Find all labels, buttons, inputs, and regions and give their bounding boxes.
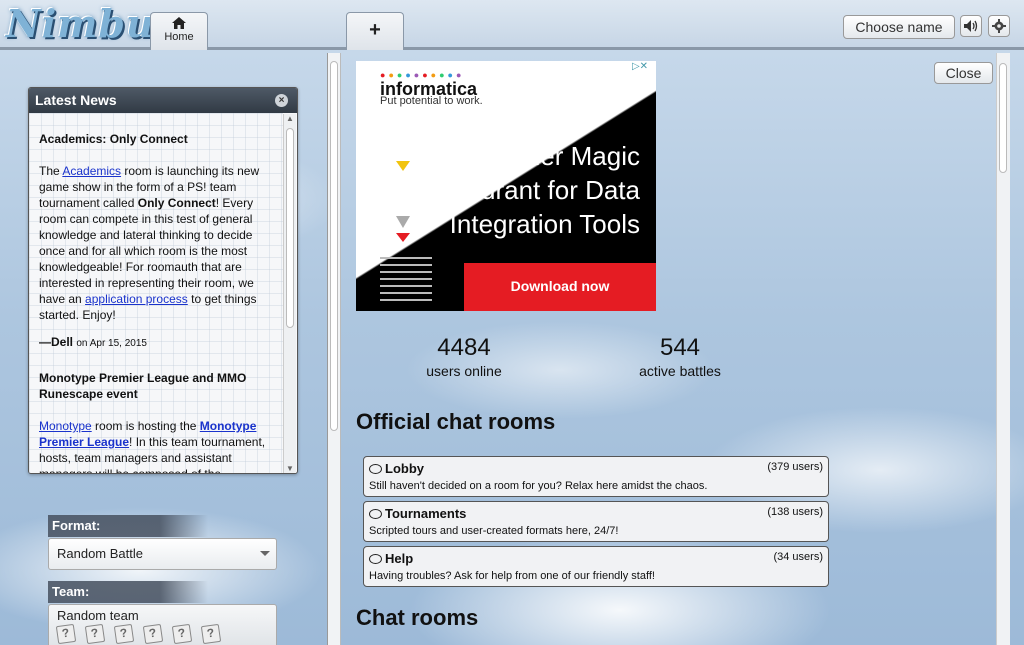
news-title: Latest News <box>35 92 117 108</box>
room-description: Still haven't decided on a room for you?… <box>369 480 708 492</box>
unknown-pokemon-icon <box>142 623 164 645</box>
news-article-text: The Academics room is launching its new … <box>39 164 260 322</box>
settings-button[interactable] <box>988 15 1010 37</box>
room-description: Scripted tours and user-created formats … <box>369 525 619 537</box>
format-value: Random Battle <box>57 546 143 561</box>
ad-chart-lines <box>380 257 432 306</box>
news-header: Latest News × <box>29 88 297 113</box>
ad-triangle-icon <box>396 233 410 242</box>
main-scrollbar[interactable] <box>996 53 1010 645</box>
room-name: Tournaments <box>369 505 823 522</box>
news-body: Academics: Only Connect The Academics ro… <box>29 113 283 473</box>
panel-divider[interactable] <box>327 53 341 645</box>
room-description: Having troubles? Ask for help from one o… <box>369 570 655 582</box>
monotype-link[interactable]: Monotype <box>39 419 92 433</box>
advertisement[interactable]: ●●●●●●●●●● informatica Put potential to … <box>356 61 656 311</box>
chat-bubble-icon <box>369 464 382 474</box>
team-select[interactable]: Random team <box>48 604 277 645</box>
users-online-stat: 4484 users online <box>408 334 520 380</box>
ad-download-button[interactable]: Download now <box>464 263 656 311</box>
room-lobby[interactable]: Lobby (379 users) Still haven't decided … <box>363 456 829 497</box>
scroll-down-icon[interactable]: ▼ <box>286 464 294 473</box>
chat-bubble-icon <box>369 554 382 564</box>
team-slots <box>55 623 268 645</box>
news-scrollbar[interactable]: ▲ ▼ <box>283 114 296 473</box>
room-name: Lobby <box>369 460 823 477</box>
format-select[interactable]: Random Battle <box>48 538 277 570</box>
room-tournaments[interactable]: Tournaments (138 users) Scripted tours a… <box>363 501 829 542</box>
ad-triangle-icon <box>396 161 410 171</box>
chat-rooms-title: Chat rooms <box>356 605 479 630</box>
close-button[interactable]: Close <box>934 62 993 84</box>
tab-home-label: Home <box>164 31 194 43</box>
team-value: Random team <box>57 608 139 623</box>
ad-tagline: Put potential to work. <box>380 95 483 107</box>
room-user-count: (379 users) <box>767 461 823 473</box>
active-battles-stat[interactable]: 544 active battles <box>622 334 738 380</box>
tab-home[interactable]: Home <box>150 12 208 50</box>
ad-headline: Gartner Magic Quadrant for Data Integrat… <box>431 141 640 239</box>
new-tab-button[interactable]: + <box>346 12 404 50</box>
close-news-icon[interactable]: × <box>275 94 288 107</box>
sound-button[interactable] <box>960 15 982 37</box>
users-online-label: users online <box>426 363 502 379</box>
news-article-title: Academics: Only Connect <box>39 132 188 146</box>
ad-triangle-icon <box>396 175 410 187</box>
divider-scroll-thumb[interactable] <box>330 61 338 431</box>
unknown-pokemon-icon <box>200 623 222 645</box>
chat-bubble-icon <box>369 509 382 519</box>
active-battles-count: 544 <box>659 334 701 361</box>
latest-news-panel: Latest News × Academics: Only Connect Th… <box>28 87 298 474</box>
top-header: Nimbus Home + Choose name <box>0 0 1024 50</box>
application-process-link[interactable]: application process <box>85 292 188 306</box>
news-byline: —Dell on Apr 15, 2015 <box>39 335 147 349</box>
main-scroll-thumb[interactable] <box>999 63 1007 173</box>
ad-triangle-icon <box>396 216 410 228</box>
format-label: Format: <box>48 515 208 537</box>
news-scroll-thumb[interactable] <box>286 128 294 328</box>
speaker-icon <box>964 20 978 32</box>
chevron-down-icon <box>260 551 270 556</box>
choose-name-button[interactable]: Choose name <box>843 15 955 39</box>
unknown-pokemon-icon <box>55 623 77 645</box>
room-user-count: (34 users) <box>773 551 823 563</box>
gear-icon <box>992 19 1006 33</box>
unknown-pokemon-icon <box>84 623 106 645</box>
active-battles-label: active battles <box>639 363 721 379</box>
nimbus-logo[interactable]: Nimbus <box>6 2 176 46</box>
main-panel: ●●●●●●●●●● informatica Put potential to … <box>342 53 1010 645</box>
academics-link[interactable]: Academics <box>62 164 121 178</box>
scroll-up-icon[interactable]: ▲ <box>286 114 294 123</box>
team-label: Team: <box>48 581 208 603</box>
users-online-count: 4484 <box>437 334 491 361</box>
official-rooms-title: Official chat rooms <box>356 409 556 434</box>
room-help[interactable]: Help (34 users) Having troubles? Ask for… <box>363 546 829 587</box>
ad-info-icon[interactable]: ▷✕ <box>626 61 654 75</box>
home-icon <box>172 17 186 29</box>
news-article-text: Monotype room is hosting the Monotype Pr… <box>39 419 266 473</box>
room-name: Help <box>369 550 823 567</box>
room-user-count: (138 users) <box>767 506 823 518</box>
unknown-pokemon-icon <box>113 623 135 645</box>
unknown-pokemon-icon <box>171 623 193 645</box>
news-article-title: Monotype Premier League and MMO Runescap… <box>39 371 247 401</box>
